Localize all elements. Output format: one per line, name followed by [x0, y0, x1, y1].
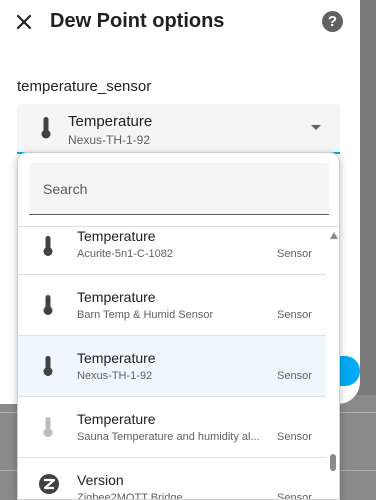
option-type: Sensor [277, 492, 312, 500]
option-name: Version [77, 472, 124, 488]
list-item[interactable]: Temperature Barn Temp & Humid Sensor Sen… [18, 275, 326, 336]
list-item[interactable]: Temperature Nexus-TH-1-92 Sensor [18, 336, 326, 397]
scroll-thumb[interactable] [330, 454, 336, 471]
option-name: Temperature [77, 411, 156, 427]
thermometer-icon [43, 295, 53, 315]
zigbee-icon [39, 474, 59, 494]
option-type: Sensor [277, 309, 312, 321]
option-name: Temperature [77, 228, 156, 244]
close-button[interactable] [10, 8, 38, 36]
entity-select[interactable]: Temperature Nexus-TH-1-92 [17, 104, 340, 154]
option-type: Sensor [277, 370, 312, 382]
thermometer-icon [43, 356, 53, 376]
search-input[interactable] [29, 163, 329, 214]
search-area [18, 153, 339, 227]
option-name: Temperature [77, 289, 156, 305]
dropdown-arrow-icon[interactable] [311, 125, 321, 130]
thermometer-icon [41, 117, 51, 139]
option-device: Barn Temp & Humid Sensor [77, 309, 214, 321]
option-device: Acurite-5n1-C-1082 [77, 248, 173, 260]
option-name: Temperature [77, 350, 156, 366]
option-device: Nexus-TH-1-92 [77, 370, 153, 382]
dialog-title: Dew Point options [50, 10, 225, 32]
option-type: Sensor [277, 431, 312, 443]
list-item[interactable]: Temperature Sauna Temperature and humidi… [18, 397, 326, 458]
scrollbar[interactable] [328, 228, 339, 499]
selected-entity-device: Nexus-TH-1-92 [68, 133, 151, 147]
option-device: Zigbee2MQTT Bridge [77, 492, 183, 500]
option-device: Sauna Temperature and humidity al... [77, 431, 260, 443]
option-list: Temperature Acurite-5n1-C-1082 Sensor Te… [18, 228, 326, 500]
thermometer-icon [43, 236, 53, 256]
selected-entity-name: Temperature [68, 113, 153, 130]
close-icon [16, 14, 32, 30]
dialog-header: Dew Point options ? [0, 0, 360, 46]
help-icon[interactable]: ? [322, 11, 343, 32]
field-label: temperature_sensor [17, 78, 152, 95]
entity-dropdown: Temperature Acurite-5n1-C-1082 Sensor Te… [17, 152, 340, 500]
list-item[interactable]: Temperature Acurite-5n1-C-1082 Sensor [18, 228, 326, 275]
thermometer-icon [43, 417, 53, 437]
option-type: Sensor [277, 248, 312, 260]
list-item[interactable]: Version Zigbee2MQTT Bridge Sensor [18, 458, 326, 500]
scroll-up-arrow-icon[interactable] [330, 232, 338, 239]
search-field[interactable] [29, 163, 329, 215]
